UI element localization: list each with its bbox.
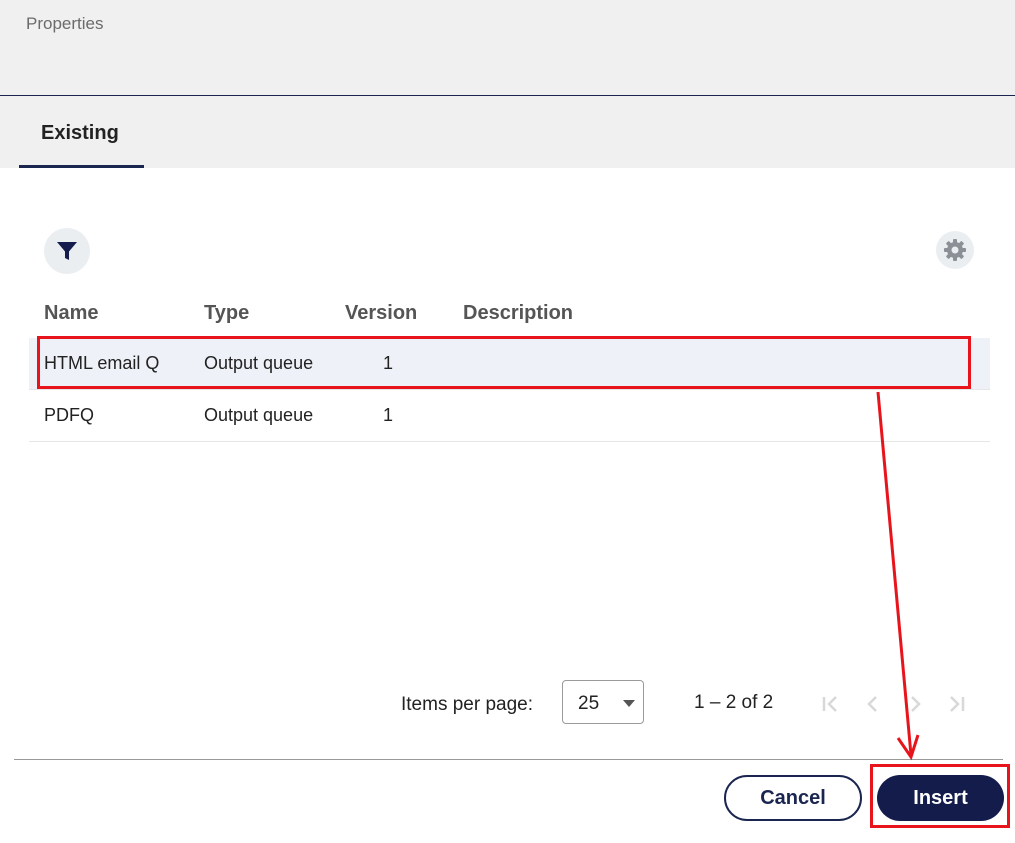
table-header: Name Type Version Description [29, 290, 990, 338]
dialog-header: Properties [0, 0, 1015, 96]
last-page-icon[interactable] [945, 692, 969, 716]
items-table: Name Type Version Description HTML email… [29, 290, 990, 442]
cell-name: HTML email Q [44, 353, 160, 373]
cancel-button[interactable]: Cancel [724, 775, 862, 821]
cell-type: Output queue [204, 405, 314, 425]
cell-version: 1 [383, 353, 394, 373]
previous-page-icon[interactable] [861, 692, 885, 716]
table-row[interactable]: HTML email Q Output queue 1 [29, 338, 990, 390]
range-label: 1 – 2 of 2 [694, 692, 774, 713]
filter-icon [57, 242, 77, 260]
cell-type: Output queue [204, 353, 314, 373]
column-header-type[interactable]: Type [204, 302, 249, 325]
cell-name: PDFQ [44, 405, 95, 425]
tab-existing-label: Existing [41, 122, 119, 144]
gear-icon [944, 239, 966, 261]
caret-down-icon [623, 700, 635, 707]
tab-existing[interactable]: Existing [19, 96, 144, 168]
footer-divider [14, 759, 1003, 760]
items-per-page-select[interactable]: 25 [562, 680, 644, 724]
cell-version: 1 [383, 405, 394, 425]
dialog-title: Properties [26, 14, 104, 33]
insert-button[interactable]: Insert [877, 775, 1004, 821]
tab-bar: Existing [0, 96, 1015, 168]
paginator: Items per page: 25 1 – 2 of 2 [0, 680, 1015, 726]
next-page-icon[interactable] [903, 692, 927, 716]
settings-button[interactable] [936, 231, 974, 269]
filter-button[interactable] [44, 228, 90, 274]
column-header-version[interactable]: Version [345, 302, 417, 325]
table-row[interactable]: PDFQ Output queue 1 [29, 390, 990, 442]
items-per-page-value: 25 [578, 693, 600, 714]
first-page-icon[interactable] [818, 692, 842, 716]
items-per-page-label: Items per page: [401, 694, 534, 715]
column-header-name[interactable]: Name [44, 302, 98, 325]
column-header-description[interactable]: Description [463, 302, 573, 325]
